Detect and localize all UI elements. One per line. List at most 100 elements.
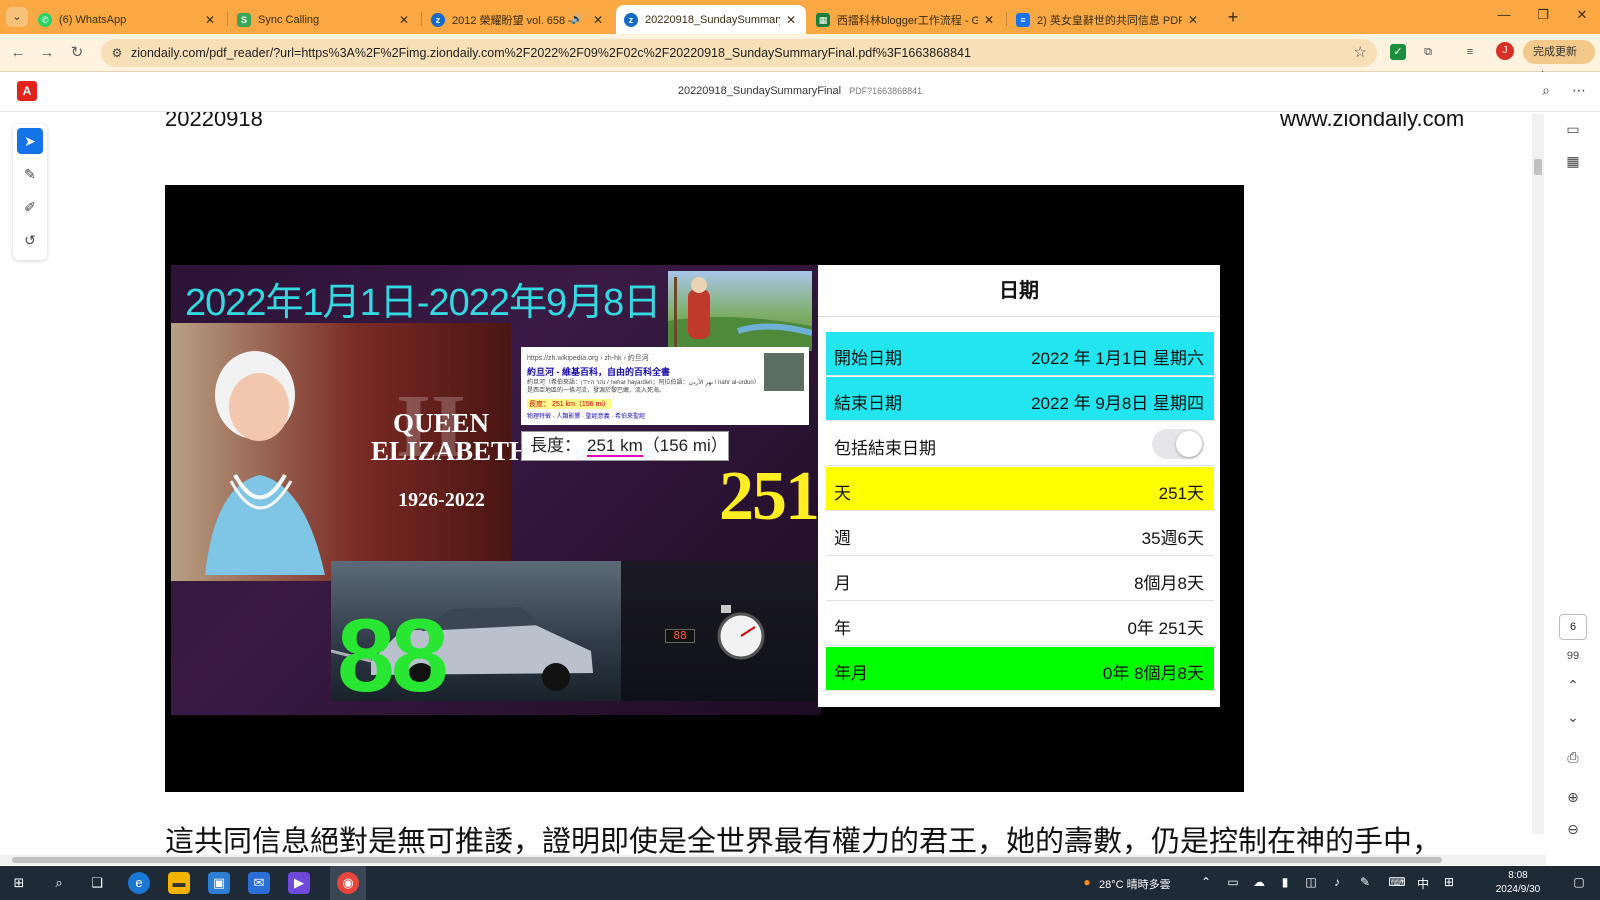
tab-queen-doc[interactable]: ≡ 2) 英女皇辭世的共同信息 PDF ✕ — [1008, 5, 1208, 34]
mail-icon[interactable]: ✉ — [248, 872, 270, 894]
zoom-out-icon[interactable]: ⊖ — [1562, 818, 1584, 840]
close-icon[interactable]: ✕ — [784, 13, 798, 27]
network-icon[interactable]: ◫ — [1302, 875, 1320, 889]
chevron-up-icon[interactable]: ⌃ — [1562, 674, 1584, 696]
meet-now-icon[interactable]: ▭ — [1224, 875, 1242, 889]
slide-image: 2022年1月1日-2022年9月8日 II QUEEN ELIZABETH 1… — [165, 185, 1244, 792]
new-tab-button[interactable]: + — [1223, 7, 1243, 27]
close-icon[interactable]: ✕ — [203, 13, 217, 27]
update-button[interactable]: 完成更新 ⋮ — [1523, 40, 1595, 82]
start-date-row[interactable]: 開始日期 2022 年 1月1日 星期六 — [826, 332, 1214, 376]
forward-icon[interactable]: → — [37, 43, 57, 63]
comments-icon[interactable]: ▭ — [1562, 118, 1584, 140]
windows-start-icon[interactable]: ⊞ — [8, 872, 30, 894]
address-bar[interactable]: ⚙ ziondaily.com/pdf_reader/?url=https%3A… — [101, 39, 1377, 67]
big-number-88: 88 — [337, 598, 449, 714]
thumbnails-icon[interactable]: ▦ — [1562, 150, 1584, 172]
extension-check-icon[interactable]: ✓ — [1390, 44, 1406, 60]
moses-jordan-illustration — [668, 271, 813, 351]
weather-text[interactable]: 28°C 晴時多雲 — [1099, 876, 1171, 892]
months-row: 月 8個月8天 — [826, 557, 1214, 601]
tab-search-menu-button[interactable]: ⌄ — [6, 7, 28, 27]
whatsapp-icon: ✆ — [38, 12, 52, 27]
minimize-icon[interactable]: — — [1494, 7, 1514, 22]
file-explorer-icon[interactable]: ▬ — [168, 872, 190, 894]
battery-icon[interactable]: ▮ — [1276, 875, 1294, 889]
horizontal-scrollbar[interactable] — [0, 855, 1546, 865]
river-thumbnail — [764, 353, 804, 391]
volume-icon[interactable]: ♪ — [1328, 875, 1346, 889]
days-row: 天 251天 — [826, 467, 1214, 511]
chevron-up-icon[interactable]: ⌃ — [1197, 875, 1215, 889]
window-close-icon[interactable]: ✕ — [1572, 7, 1592, 23]
tab-title: Sync Calling — [258, 13, 320, 26]
pen-icon[interactable]: ✎ — [1356, 875, 1374, 889]
edge-icon[interactable]: e — [128, 872, 150, 894]
notifications-icon[interactable]: ▢ — [1570, 875, 1588, 889]
wiki-snippet: 約旦河（希伯來語：נהר הירדן / nehar hayarden；阿拉伯語… — [527, 380, 757, 394]
lasso-tool-icon[interactable]: ↺ — [17, 227, 43, 253]
store-icon[interactable]: ▣ — [208, 872, 230, 894]
tab-sunday-summary[interactable]: z 20220918_SundaySummaryF ✕ — [616, 5, 806, 34]
tab-title: 20220918_SundaySummaryF — [645, 13, 780, 26]
clock[interactable]: 8:08 2024/9/30 — [1490, 869, 1546, 897]
reload-icon[interactable]: ↻ — [67, 43, 87, 63]
comment-tool-icon[interactable]: ✎ — [17, 161, 43, 187]
site-info-icon[interactable]: ⚙ — [109, 45, 125, 61]
draw-tool-icon[interactable]: ✐ — [17, 194, 43, 220]
keyboard-icon[interactable]: ⌨ — [1388, 875, 1406, 889]
onedrive-icon[interactable]: ☁ — [1250, 875, 1268, 889]
chrome-icon[interactable]: ◉ — [337, 872, 359, 894]
task-view-icon[interactable]: ❏ — [86, 872, 108, 894]
pdf-meta: PDF?1663868841 — [849, 86, 923, 96]
big-number-251: 251 — [719, 458, 820, 535]
date-calculator: 日期 開始日期 2022 年 1月1日 星期六 結束日期 2022 年 9月8日… — [818, 265, 1220, 707]
close-icon[interactable]: ✕ — [591, 13, 605, 27]
chevron-down-icon[interactable]: ⌄ — [1562, 706, 1584, 728]
search-icon[interactable]: ⌕ — [48, 872, 70, 894]
media-control-icon[interactable]: ≡ — [1462, 44, 1478, 60]
zoom-in-icon[interactable]: ⊕ — [1562, 786, 1584, 808]
scroll-thumb[interactable] — [12, 857, 1442, 863]
body-paragraph: 這共同信息絕對是無可推諉，證明即使是全世界最有權力的君王，她的壽數，仍是控制在神… — [165, 826, 1442, 855]
toggle-knob — [1176, 431, 1202, 457]
sheets-icon: ▦ — [816, 12, 830, 27]
url-text[interactable]: ziondaily.com/pdf_reader/?url=https%3A%2… — [131, 46, 971, 60]
close-icon[interactable]: ✕ — [397, 13, 411, 27]
tool-panel: ➤ ✎ ✐ ↺ — [13, 124, 47, 260]
close-icon[interactable]: ✕ — [1186, 13, 1200, 27]
ime-mode-icon[interactable]: ⊞ — [1440, 875, 1458, 889]
ime-indicator[interactable]: 中 — [1414, 875, 1432, 892]
tab-blogger-sheet[interactable]: ▦ 西擂科林blogger工作流程 - Go ✕ — [808, 5, 1004, 34]
tab-title: 2012 榮耀盼望 vol. 658 — — [452, 14, 571, 27]
more-options-icon[interactable]: ⋯ — [1570, 82, 1588, 99]
tab-sync-calling[interactable]: S Sync Calling ✕ — [229, 5, 419, 34]
page-number-input[interactable]: 6 — [1559, 614, 1587, 640]
collage: 2022年1月1日-2022年9月8日 II QUEEN ELIZABETH 1… — [171, 265, 821, 715]
include-end-date-toggle[interactable] — [1152, 429, 1204, 459]
video-editor-icon[interactable]: ▶ — [288, 872, 310, 894]
weather-icon[interactable]: ● — [1078, 875, 1096, 889]
back-icon[interactable]: ← — [8, 43, 28, 63]
end-date-row[interactable]: 結束日期 2022 年 9月8日 星期四 — [826, 377, 1214, 421]
tab-separator — [421, 12, 422, 26]
update-button-label: 完成更新 — [1533, 46, 1577, 58]
tab-whatsapp[interactable]: ✆ (6) WhatsApp ✕ — [30, 5, 225, 34]
select-tool-icon[interactable]: ➤ — [17, 128, 43, 154]
close-icon[interactable]: ✕ — [982, 13, 996, 27]
bookmark-star-icon[interactable]: ☆ — [1354, 43, 1367, 61]
speaker-icon[interactable]: 🔊 — [571, 14, 583, 25]
search-icon[interactable]: ⌕ — [1537, 82, 1555, 99]
profile-avatar[interactable]: J — [1496, 42, 1514, 60]
restore-icon[interactable]: ❐ — [1533, 7, 1553, 23]
tab-vol-658[interactable]: z 2012 榮耀盼望 vol. 658 — 🔊 ✕ — [423, 5, 613, 34]
sync-icon: S — [237, 12, 251, 27]
extensions-puzzle-icon[interactable]: ⧉ — [1420, 44, 1436, 60]
tab-title: 2) 英女皇辭世的共同信息 PDF — [1037, 14, 1182, 27]
export-pdf-icon[interactable]: ⎙ — [1562, 746, 1584, 768]
years-row: 年 0年 251天 — [826, 602, 1214, 646]
windows-taskbar: ⊞ ⌕ ❏ e ▬ ▣ ✉ ▶ ◉ ● 28°C 晴時多雲 ⌃ ▭ ☁ ▮ ◫ … — [0, 866, 1600, 900]
row-value: 2022 年 1月1日 星期六 — [1031, 349, 1204, 368]
vertical-scrollbar[interactable] — [1532, 114, 1544, 834]
scroll-thumb[interactable] — [1534, 159, 1542, 175]
